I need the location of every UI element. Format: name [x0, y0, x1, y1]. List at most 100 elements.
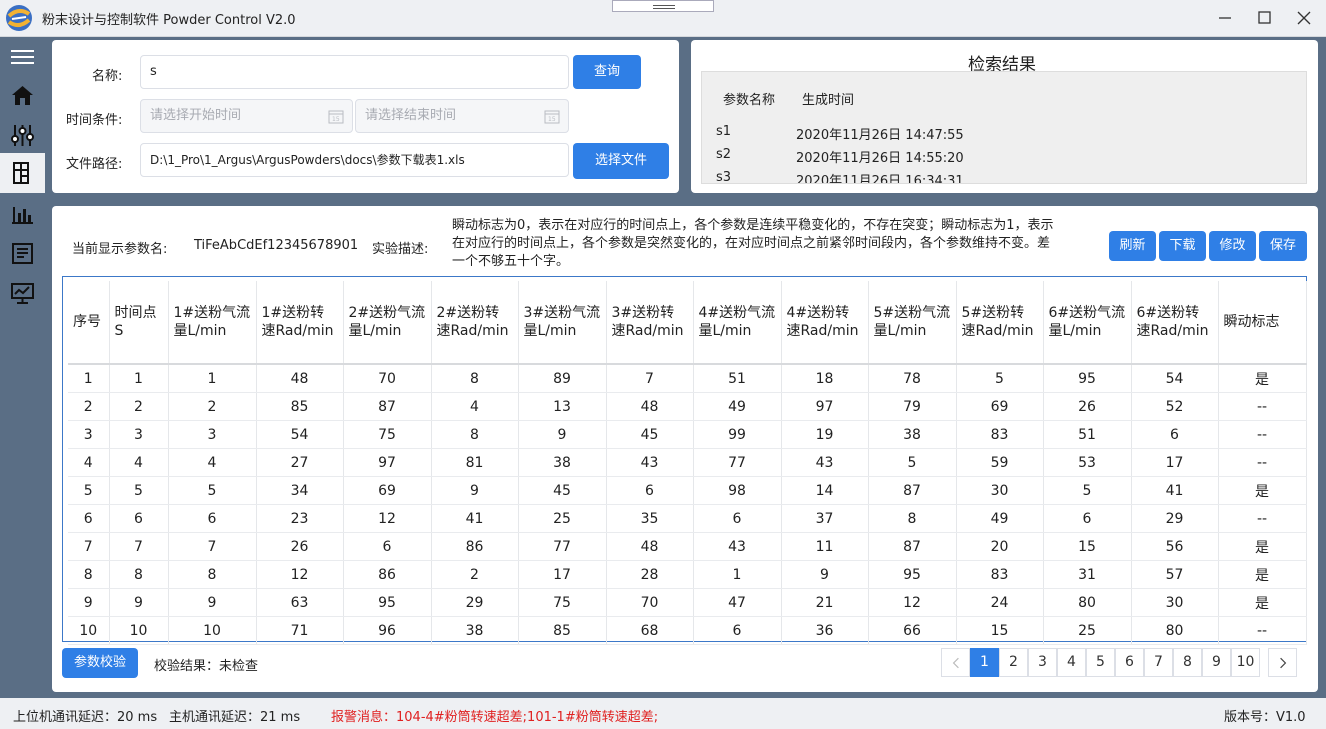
table-cell[interactable]: 77 — [518, 532, 607, 561]
table-cell[interactable]: 6 — [68, 504, 110, 533]
table-cell[interactable]: 6 — [606, 476, 694, 505]
drag-grip[interactable] — [612, 0, 714, 12]
table-cell[interactable]: 75 — [518, 588, 607, 617]
column-header[interactable]: 4#送粉转速Rad/min — [781, 281, 869, 365]
page-button[interactable]: 2 — [999, 648, 1028, 677]
table-cell[interactable]: 69 — [343, 476, 432, 505]
table-cell[interactable]: 38 — [518, 448, 607, 477]
table-cell[interactable]: 86 — [431, 532, 519, 561]
table-cell[interactable]: 49 — [693, 392, 782, 421]
column-header[interactable]: 6#送粉气流量L/min — [1043, 281, 1132, 365]
table-cell[interactable]: 10 — [68, 616, 110, 645]
query-button[interactable]: 查询 — [573, 55, 641, 89]
table-cell[interactable]: 26 — [1043, 392, 1132, 421]
sidebar-item-report[interactable] — [0, 233, 45, 273]
table-cell[interactable]: 85 — [256, 392, 344, 421]
table-cell[interactable]: 12 — [256, 560, 344, 589]
table-cell[interactable]: 6 — [109, 504, 169, 533]
table-cell[interactable]: 8 — [68, 560, 110, 589]
table-cell[interactable]: 15 — [956, 616, 1044, 645]
table-cell[interactable]: 30 — [1131, 588, 1219, 617]
table-cell[interactable]: 17 — [1131, 448, 1219, 477]
table-cell[interactable]: 35 — [606, 504, 694, 533]
table-cell[interactable]: -- — [1218, 420, 1307, 449]
table-cell[interactable]: 83 — [956, 420, 1044, 449]
table-cell[interactable]: 96 — [343, 616, 432, 645]
table-row[interactable]: 7 7 7 26 6 86 77 48 43 11 87 20 15 56 是 — [68, 532, 1307, 561]
table-cell[interactable]: 34 — [256, 476, 344, 505]
page-button[interactable]: 3 — [1028, 648, 1057, 677]
table-cell[interactable]: 2 — [431, 560, 519, 589]
table-cell[interactable]: 20 — [956, 532, 1044, 561]
column-header[interactable]: 4#送粉气流量L/min — [693, 281, 782, 365]
table-cell[interactable]: 70 — [343, 364, 432, 393]
page-button[interactable]: 9 — [1202, 648, 1231, 677]
choose-file-button[interactable]: 选择文件 — [573, 143, 669, 179]
table-row[interactable]: 3 3 3 54 75 8 9 45 99 19 38 83 51 6 -- — [68, 420, 1307, 449]
table-cell[interactable]: 71 — [256, 616, 344, 645]
table-cell[interactable]: 54 — [256, 420, 344, 449]
table-cell[interactable]: 8 — [431, 364, 519, 393]
table-cell[interactable]: 11 — [781, 532, 869, 561]
table-cell[interactable]: 89 — [518, 364, 607, 393]
end-time-input[interactable]: 请选择结束时间 15 — [355, 99, 569, 133]
table-cell[interactable]: 81 — [431, 448, 519, 477]
table-cell[interactable]: 5 — [868, 448, 957, 477]
table-cell[interactable]: 5 — [68, 476, 110, 505]
column-header[interactable]: 6#送粉转速Rad/min — [1131, 281, 1219, 365]
column-header[interactable]: 1#送粉气流量L/min — [168, 281, 257, 365]
table-cell[interactable]: 87 — [868, 532, 957, 561]
table-cell[interactable]: 98 — [693, 476, 782, 505]
table-cell[interactable]: 13 — [518, 392, 607, 421]
table-cell[interactable]: 24 — [956, 588, 1044, 617]
table-cell[interactable]: 52 — [1131, 392, 1219, 421]
table-cell[interactable]: 70 — [606, 588, 694, 617]
save-button[interactable]: 保存 — [1259, 231, 1307, 261]
table-cell[interactable]: 31 — [1043, 560, 1132, 589]
table-cell[interactable]: 97 — [343, 448, 432, 477]
table-cell[interactable]: 36 — [781, 616, 869, 645]
table-cell[interactable]: 43 — [606, 448, 694, 477]
menu-toggle[interactable] — [0, 37, 45, 77]
table-cell[interactable]: 59 — [956, 448, 1044, 477]
start-time-input[interactable]: 请选择开始时间 15 — [140, 99, 353, 133]
table-cell[interactable]: 2 — [168, 392, 257, 421]
table-cell[interactable]: 9 — [109, 588, 169, 617]
table-cell[interactable]: 9 — [518, 420, 607, 449]
table-cell[interactable]: 56 — [1131, 532, 1219, 561]
table-cell[interactable]: 是 — [1218, 588, 1307, 617]
table-cell[interactable]: 80 — [1043, 588, 1132, 617]
table-cell[interactable]: 14 — [781, 476, 869, 505]
table-cell[interactable]: 2 — [109, 392, 169, 421]
table-cell[interactable]: 2 — [68, 392, 110, 421]
table-cell[interactable]: 49 — [956, 504, 1044, 533]
table-cell[interactable]: 41 — [1131, 476, 1219, 505]
sidebar-item-data[interactable] — [0, 153, 45, 193]
table-cell[interactable]: 27 — [256, 448, 344, 477]
table-cell[interactable]: 17 — [518, 560, 607, 589]
column-header[interactable]: 瞬动标志 — [1218, 281, 1307, 365]
table-cell[interactable]: 47 — [693, 588, 782, 617]
table-cell[interactable]: 3 — [109, 420, 169, 449]
table-cell[interactable]: 12 — [343, 504, 432, 533]
table-cell[interactable]: 66 — [868, 616, 957, 645]
file-path-input[interactable]: D:\1_Pro\1_Argus\ArgusPowders\docs\参数下载表… — [140, 143, 569, 177]
table-cell[interactable]: 29 — [431, 588, 519, 617]
results-list[interactable]: 参数名称 生成时间 s1 2020年11月26日 14:47:55 s2 202… — [701, 71, 1307, 184]
table-row[interactable]: 10 10 10 71 96 38 85 68 6 36 66 15 25 80 -- — [68, 616, 1307, 645]
table-cell[interactable]: 69 — [956, 392, 1044, 421]
table-cell[interactable]: 6 — [168, 504, 257, 533]
table-cell[interactable]: 4 — [109, 448, 169, 477]
table-cell[interactable]: 1 — [693, 560, 782, 589]
table-cell[interactable]: 8 — [868, 504, 957, 533]
sidebar-item-home[interactable] — [0, 75, 45, 115]
table-cell[interactable]: 15 — [1043, 532, 1132, 561]
table-cell[interactable]: 5 — [168, 476, 257, 505]
sidebar-item-chart[interactable] — [0, 193, 45, 233]
page-button[interactable]: 6 — [1115, 648, 1144, 677]
table-cell[interactable]: 6 — [1043, 504, 1132, 533]
table-cell[interactable]: 26 — [256, 532, 344, 561]
column-header[interactable]: 5#送粉转速Rad/min — [956, 281, 1044, 365]
table-cell[interactable]: 53 — [1043, 448, 1132, 477]
table-cell[interactable]: 4 — [168, 448, 257, 477]
